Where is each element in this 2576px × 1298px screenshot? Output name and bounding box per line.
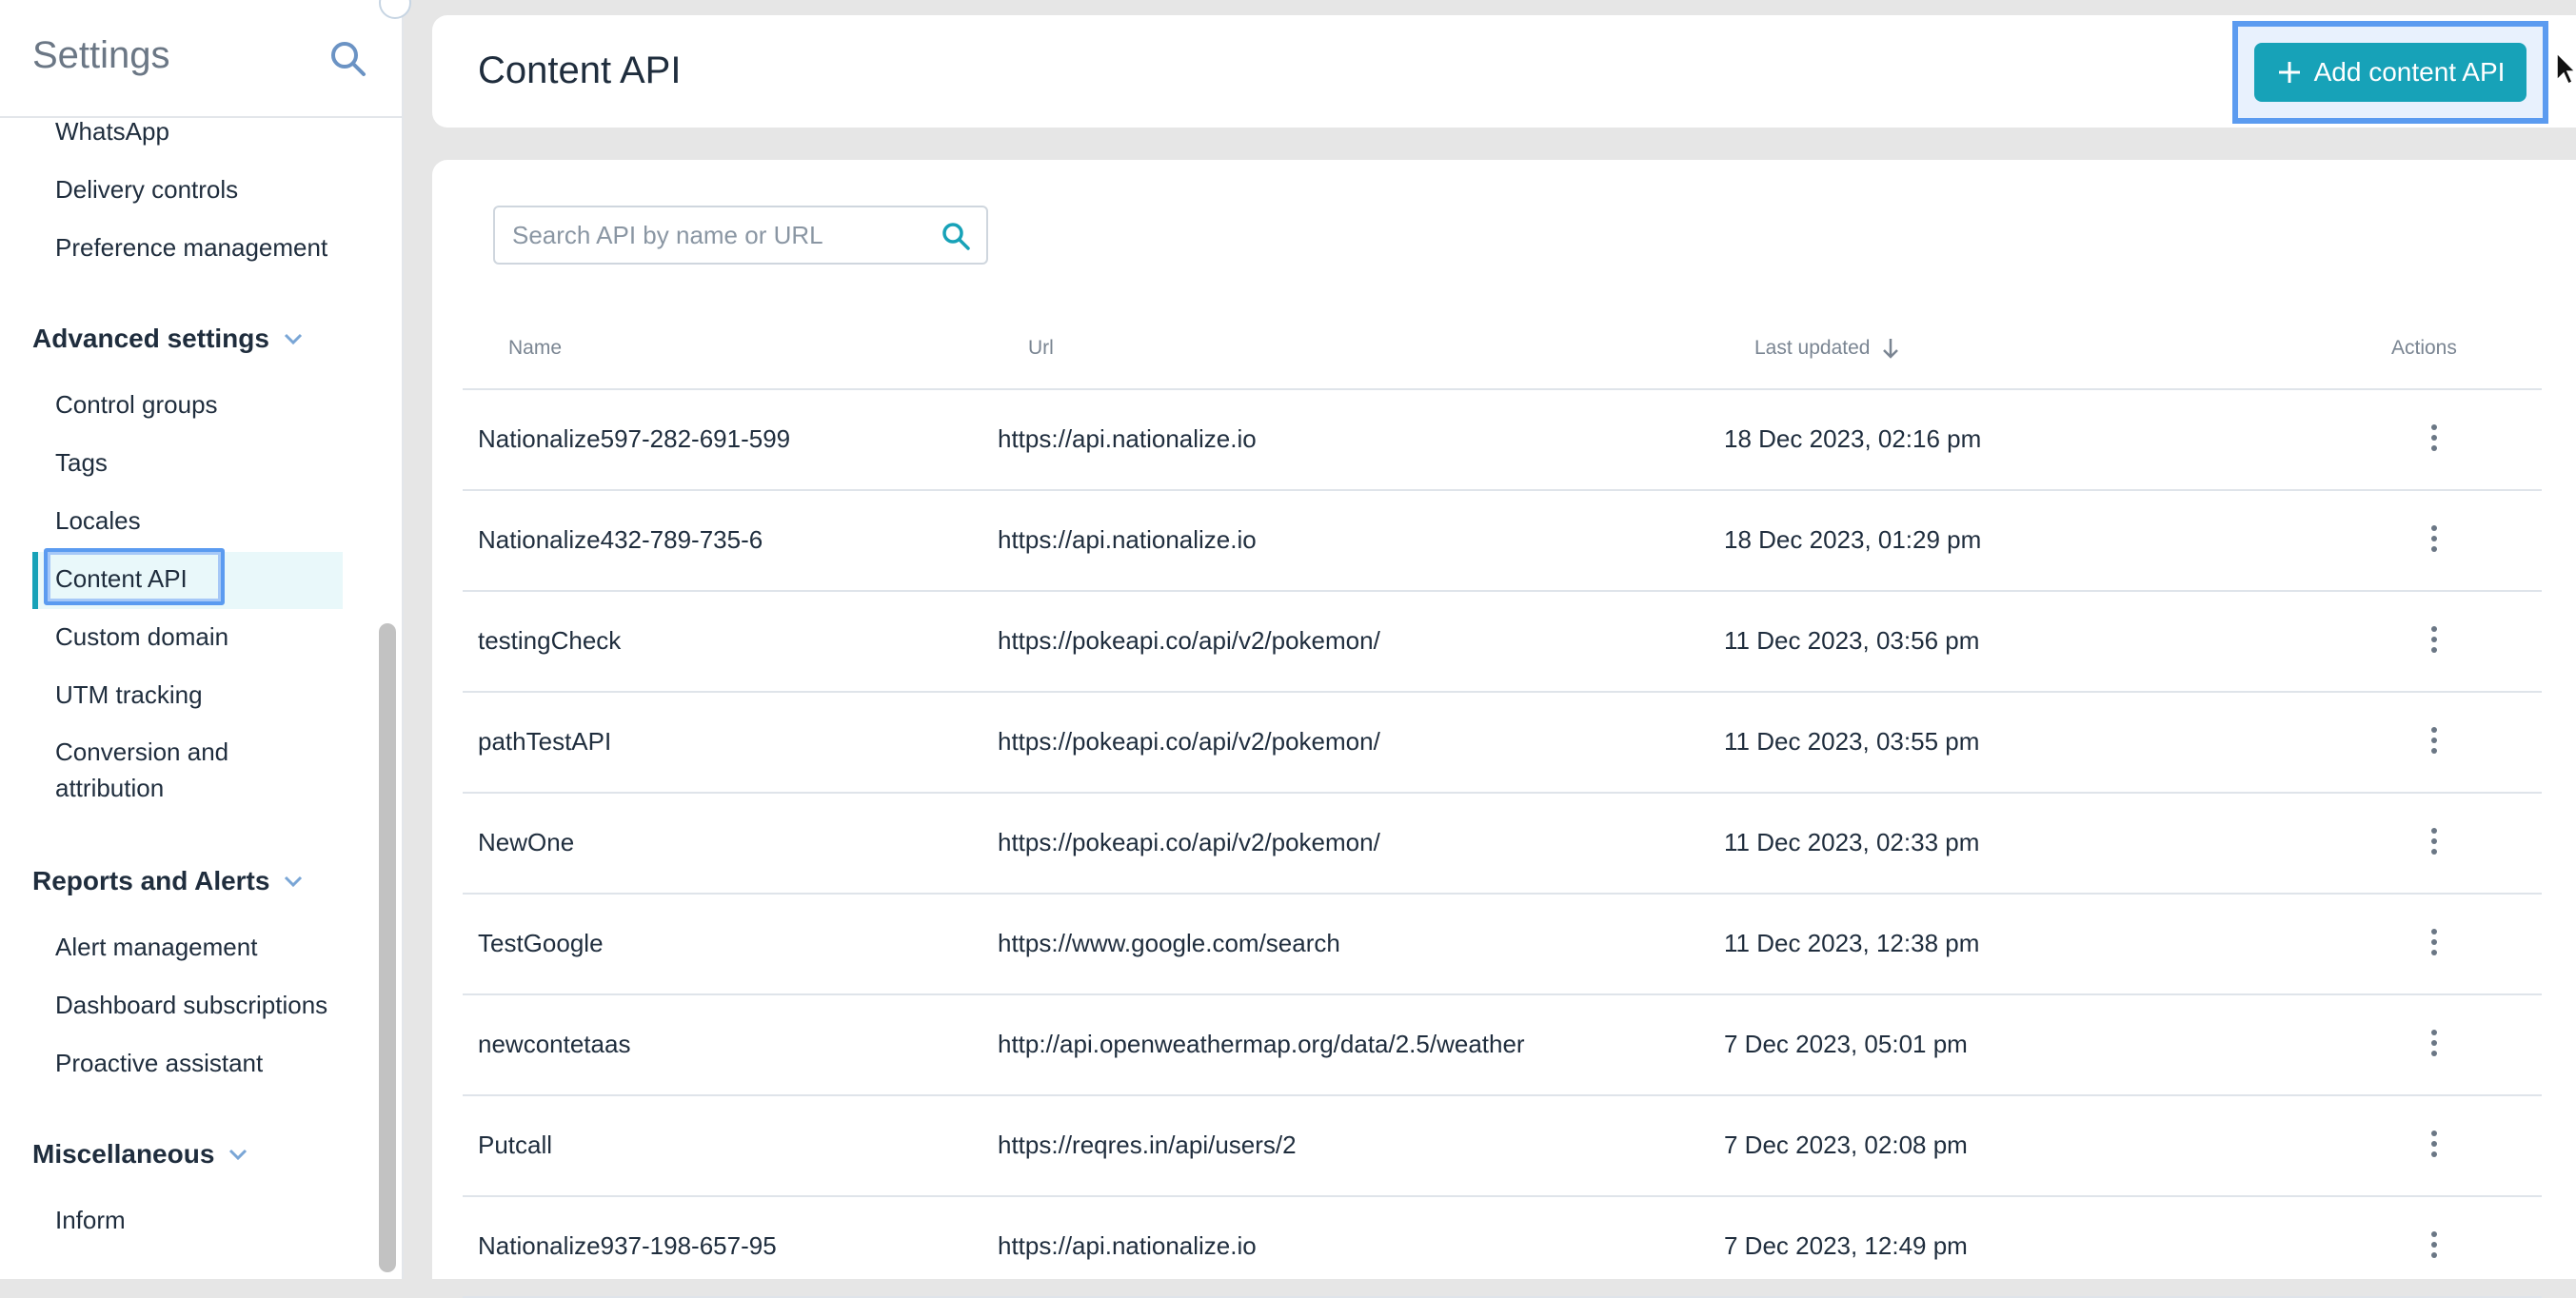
- search-input[interactable]: [510, 219, 923, 251]
- table-row[interactable]: pathTestAPI https://pokeapi.co/api/v2/pok…: [463, 693, 2542, 794]
- api-name: NewOne: [478, 828, 575, 856]
- table-row[interactable]: Nationalize937-198-657-95 https://api.nat…: [463, 1197, 2542, 1298]
- more-actions-icon[interactable]: [2420, 419, 2448, 457]
- section-label: Miscellaneous: [32, 1139, 215, 1169]
- api-name: Putcall: [478, 1131, 553, 1159]
- api-name: testingCheck: [478, 626, 622, 655]
- more-actions-icon[interactable]: [2420, 520, 2448, 558]
- column-header-url[interactable]: Url: [1028, 337, 1054, 360]
- last-updated-value: 18 Dec 2023, 02:16 pm: [1724, 424, 1982, 453]
- api-name: Nationalize432-789-735-6: [478, 525, 763, 554]
- column-header-name[interactable]: Name: [508, 337, 562, 360]
- page-title: Content API: [478, 49, 682, 91]
- sidebar-item-custom-domain[interactable]: Custom domain: [55, 620, 228, 655]
- sidebar-item-whatsapp[interactable]: WhatsApp: [55, 116, 169, 149]
- section-advanced-settings[interactable]: Advanced settings: [32, 324, 304, 354]
- section-reports-and-alerts[interactable]: Reports and Alerts: [32, 866, 304, 896]
- search-icon[interactable]: [327, 38, 369, 80]
- last-updated-value: 11 Dec 2023, 12:38 pm: [1724, 929, 1980, 957]
- sidebar-header: Settings: [0, 0, 402, 118]
- search-icon[interactable]: [941, 221, 971, 251]
- more-actions-icon[interactable]: [2420, 721, 2448, 759]
- chevron-down-icon: [285, 875, 303, 888]
- sidebar-title: Settings: [32, 34, 170, 76]
- active-item-indicator: [32, 552, 38, 609]
- chevron-down-icon: [229, 1149, 248, 1161]
- api-name: TestGoogle: [478, 929, 604, 957]
- sidebar-item-locales[interactable]: Locales: [55, 503, 141, 539]
- sidebar-item-proactive-assistant[interactable]: Proactive assistant: [55, 1046, 263, 1081]
- api-url: https://pokeapi.co/api/v2/pokemon/: [998, 828, 1380, 856]
- table-row[interactable]: TestGoogle https://www.google.com/search 1…: [463, 895, 2542, 995]
- column-header-actions: Actions: [2391, 337, 2457, 359]
- api-url: https://pokeapi.co/api/v2/pokemon/: [998, 727, 1380, 756]
- chevron-down-icon: [284, 333, 303, 345]
- api-url: https://www.google.com/search: [998, 929, 1340, 957]
- column-header-label: Last updated: [1754, 337, 1871, 359]
- more-actions-icon[interactable]: [2420, 1125, 2448, 1163]
- more-actions-icon[interactable]: [2420, 620, 2448, 659]
- sidebar-item-inform[interactable]: Inform: [55, 1203, 126, 1238]
- sidebar-scrollbar[interactable]: [379, 623, 396, 1272]
- table-row[interactable]: NewOne https://pokeapi.co/api/v2/pokemon/…: [463, 794, 2542, 895]
- api-name: Nationalize597-282-691-599: [478, 424, 791, 453]
- table-row[interactable]: Nationalize432-789-735-6 https://api.nati…: [463, 491, 2542, 592]
- more-actions-icon[interactable]: [2420, 923, 2448, 961]
- api-url: https://api.nationalize.io: [998, 424, 1257, 453]
- add-content-api-button[interactable]: Add content API: [2254, 43, 2526, 102]
- plus-icon: [2278, 62, 2300, 83]
- table-row[interactable]: newcontetaas http://api.openweathermap.or…: [463, 995, 2542, 1096]
- api-url: https://api.nationalize.io: [998, 525, 1257, 554]
- sidebar-item-alert-management[interactable]: Alert management: [55, 930, 257, 965]
- more-actions-icon[interactable]: [2420, 1226, 2448, 1264]
- content-api-panel: Name Url Last updated Actions Nationaliz…: [432, 160, 2576, 1298]
- api-url: https://api.nationalize.io: [998, 1231, 1257, 1260]
- last-updated-value: 18 Dec 2023, 01:29 pm: [1724, 525, 1982, 554]
- section-label: Reports and Alerts: [32, 866, 270, 895]
- sidebar-item-tags[interactable]: Tags: [55, 445, 108, 481]
- search-field[interactable]: [493, 206, 988, 265]
- sidebar-item-control-groups[interactable]: Control groups: [55, 387, 218, 423]
- mouse-cursor-icon: [2556, 51, 2576, 86]
- section-label: Advanced settings: [32, 324, 269, 353]
- last-updated-value: 11 Dec 2023, 03:56 pm: [1724, 626, 1980, 655]
- table-row[interactable]: Nationalize597-282-691-599 https://api.na…: [463, 390, 2542, 491]
- sidebar-item-dashboard-subscriptions[interactable]: Dashboard subscriptions: [55, 988, 327, 1023]
- api-name: Nationalize937-198-657-95: [478, 1231, 777, 1260]
- api-url: http://api.openweathermap.org/data/2.5/w…: [998, 1030, 1525, 1058]
- add-button-label: Add content API: [2313, 57, 2506, 87]
- more-actions-icon[interactable]: [2420, 1024, 2448, 1062]
- sidebar-item-delivery-controls[interactable]: Delivery controls: [55, 172, 238, 207]
- sort-descending-icon[interactable]: [1881, 337, 1900, 360]
- more-actions-icon[interactable]: [2420, 822, 2448, 860]
- api-url: https://pokeapi.co/api/v2/pokemon/: [998, 626, 1380, 655]
- api-name: pathTestAPI: [478, 727, 612, 756]
- sidebar-nav: WhatsApp Delivery controls Preference ma…: [0, 116, 373, 1279]
- last-updated-value: 7 Dec 2023, 05:01 pm: [1724, 1030, 1968, 1058]
- sidebar-item-attribution[interactable]: attribution: [55, 771, 164, 806]
- api-url: https://reqres.in/api/users/2: [998, 1131, 1297, 1159]
- last-updated-value: 11 Dec 2023, 03:55 pm: [1724, 727, 1980, 756]
- section-miscellaneous[interactable]: Miscellaneous: [32, 1139, 248, 1170]
- last-updated-value: 7 Dec 2023, 12:49 pm: [1724, 1231, 1968, 1260]
- last-updated-value: 11 Dec 2023, 02:33 pm: [1724, 828, 1980, 856]
- api-name: newcontetaas: [478, 1030, 631, 1058]
- table-row[interactable]: Putcall https://reqres.in/api/users/2 7 De…: [463, 1096, 2542, 1197]
- column-header-last-updated[interactable]: Last updated: [1754, 337, 1900, 360]
- settings-sidebar: Settings WhatsApp Delivery controls Pref…: [0, 0, 411, 1279]
- sidebar-item-content-api[interactable]: Content API: [55, 561, 188, 597]
- sidebar-item-conversion[interactable]: Conversion and: [55, 735, 228, 770]
- table-row[interactable]: testingCheck https://pokeapi.co/api/v2/po…: [463, 592, 2542, 693]
- last-updated-value: 7 Dec 2023, 02:08 pm: [1724, 1131, 1968, 1159]
- sidebar-item-utm-tracking[interactable]: UTM tracking: [55, 678, 203, 713]
- sidebar-item-preference-management[interactable]: Preference management: [55, 230, 327, 266]
